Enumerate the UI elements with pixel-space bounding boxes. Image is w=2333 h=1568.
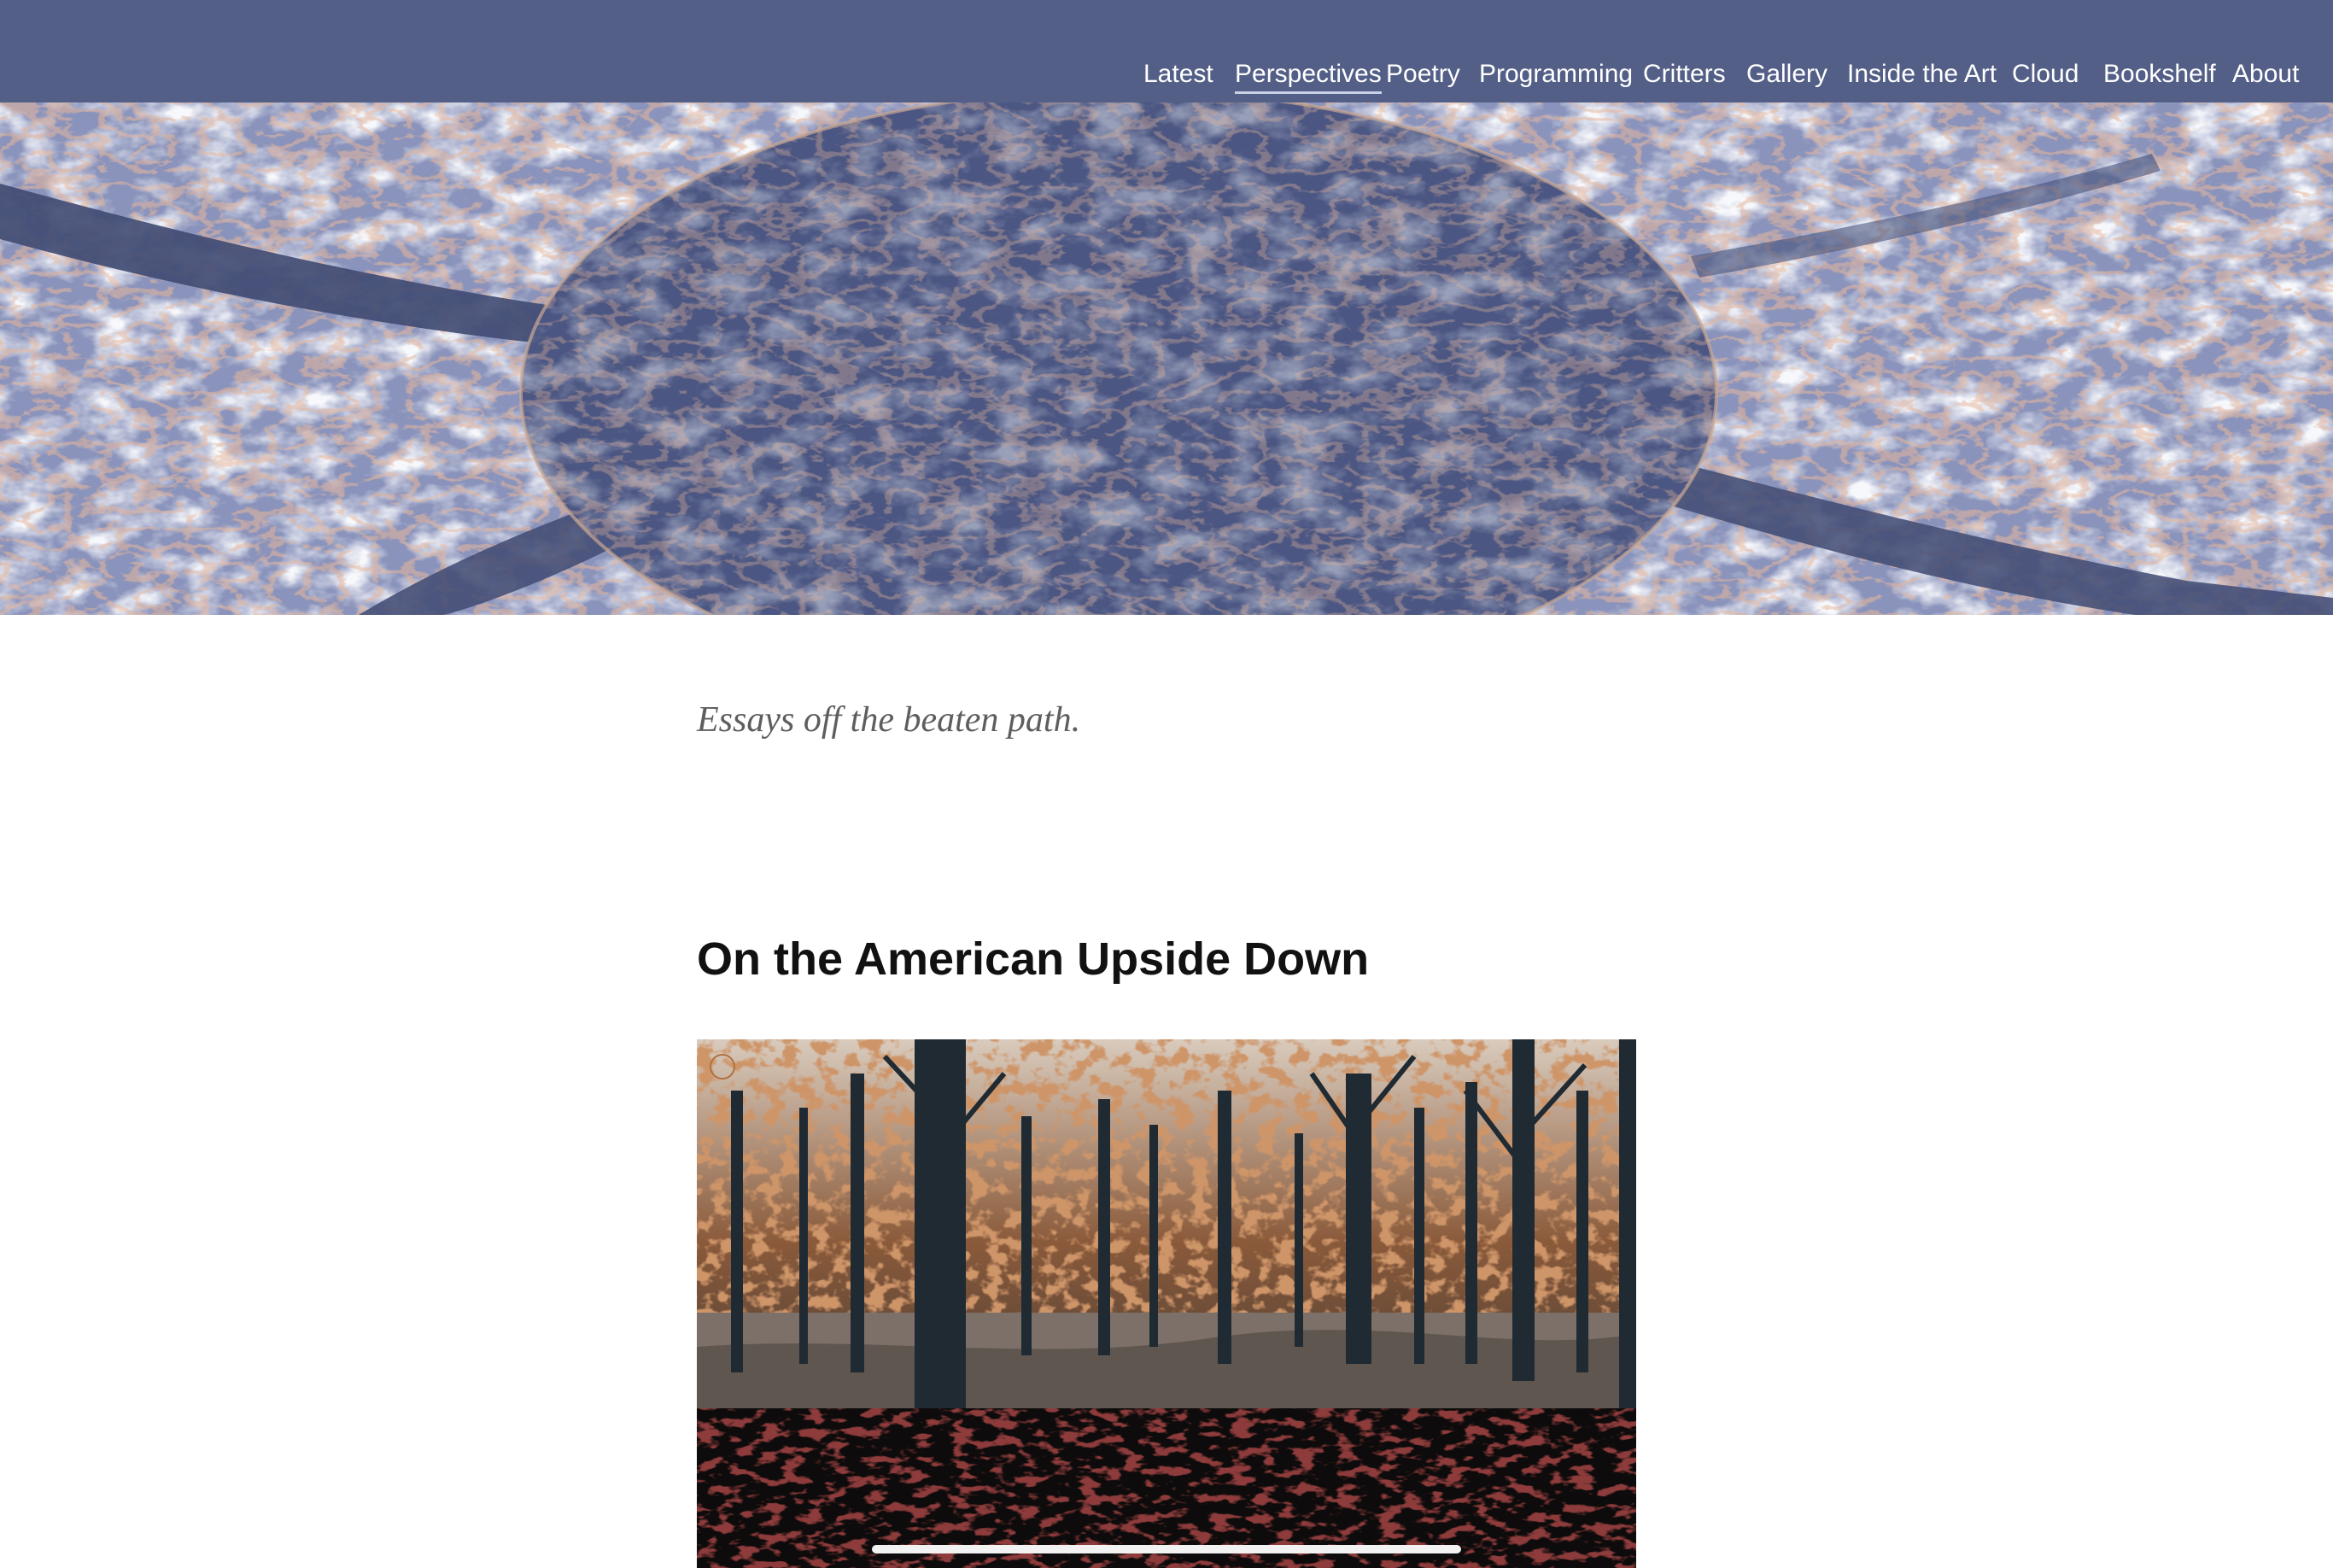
- scroll-indicator: [872, 1545, 1461, 1553]
- page-tagline: Essays off the beaten path.: [697, 700, 1081, 740]
- post-featured-image[interactable]: [697, 1039, 1636, 1568]
- top-navigation-bar: Latest Perspectives Poetry Programming C…: [0, 0, 2333, 102]
- nav-item-critters[interactable]: Critters: [1643, 58, 1726, 91]
- nav-item-about[interactable]: About: [2232, 58, 2299, 91]
- nav-item-gallery[interactable]: Gallery: [1746, 58, 1827, 91]
- main-nav: Latest Perspectives Poetry Programming C…: [0, 0, 2333, 102]
- nav-item-bookshelf[interactable]: Bookshelf: [2103, 58, 2216, 91]
- nav-item-poetry[interactable]: Poetry: [1386, 58, 1460, 91]
- nav-item-latest[interactable]: Latest: [1143, 58, 1213, 91]
- post-title[interactable]: On the American Upside Down: [697, 929, 1369, 989]
- nav-item-inside-the-art[interactable]: Inside the Art: [1847, 58, 1997, 91]
- nav-item-perspectives[interactable]: Perspectives: [1235, 58, 1382, 94]
- nav-item-cloud[interactable]: Cloud: [2012, 58, 2079, 91]
- nav-item-programming[interactable]: Programming: [1479, 58, 1633, 91]
- header-banner-image: [0, 102, 2333, 615]
